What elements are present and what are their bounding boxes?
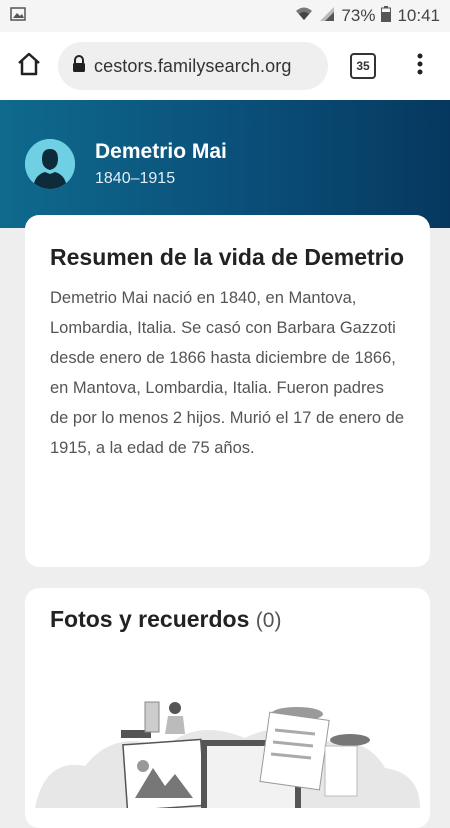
photos-heading: Fotos y recuerdos (0): [50, 606, 405, 633]
life-summary-card: Resumen de la vida de Demetrio Demetrio …: [25, 215, 430, 567]
photos-illustration: [25, 688, 430, 812]
url-text: cestors.familysearch.org: [94, 55, 292, 76]
address-bar[interactable]: cestors.familysearch.org: [58, 42, 328, 90]
battery-percent: 73%: [341, 6, 376, 25]
status-right: 73% 10:41: [295, 5, 440, 27]
photos-count: (0): [255, 609, 282, 632]
summary-title: Resumen de la vida de Demetrio: [50, 244, 405, 270]
status-bar: 73% 10:41: [0, 0, 450, 32]
clock: 10:41: [397, 6, 440, 25]
photos-title: Fotos y recuerdos: [50, 606, 250, 632]
image-icon: [10, 6, 26, 26]
person-name: Demetrio Mai: [95, 140, 227, 163]
menu-button[interactable]: [398, 32, 442, 100]
person-silhouette-icon: [25, 139, 75, 189]
home-icon: [16, 52, 42, 81]
home-button[interactable]: [0, 32, 58, 100]
signal-icon: [319, 6, 335, 27]
tab-switcher-button[interactable]: 35: [328, 32, 398, 100]
person-header: Demetrio Mai 1840–1915: [0, 100, 450, 228]
summary-body: Demetrio Mai nació en 1840, en Mantova, …: [50, 289, 405, 457]
memories-illustration: [35, 701, 420, 812]
browser-toolbar: cestors.familysearch.org 35: [0, 32, 450, 100]
battery-icon: [381, 5, 392, 27]
person-dates: 1840–1915: [95, 170, 176, 187]
avatar[interactable]: [25, 139, 75, 189]
tab-count: 35: [350, 53, 376, 79]
person-info: Demetrio Mai 1840–1915: [95, 140, 227, 188]
wifi-icon: [295, 6, 313, 27]
more-vert-icon: [417, 53, 423, 80]
lock-icon: [72, 54, 86, 78]
photos-card: Fotos y recuerdos (0): [25, 588, 430, 828]
